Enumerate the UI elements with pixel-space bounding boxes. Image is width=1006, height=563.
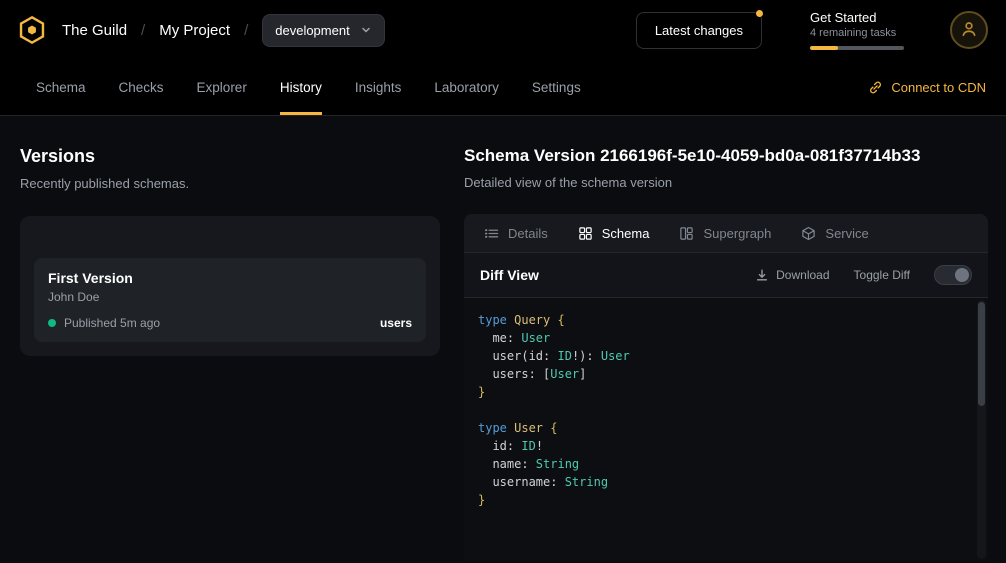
schema-code-viewer: type Query { me: User user(id: ID!): Use… xyxy=(464,297,988,561)
notification-dot xyxy=(756,10,763,17)
top-bar-right: Latest changes Get Started 4 remaining t… xyxy=(636,10,988,50)
detail-tab-label: Service xyxy=(825,226,868,241)
nav-tab-insights[interactable]: Insights xyxy=(355,60,402,115)
latest-changes-label: Latest changes xyxy=(655,23,743,38)
person-icon xyxy=(959,19,979,42)
diff-view-actions: Download Toggle Diff xyxy=(755,265,972,285)
toggle-diff-switch[interactable] xyxy=(934,265,972,285)
project-nav: Schema Checks Explorer History Insights Labor… xyxy=(0,60,1006,116)
code-line: } xyxy=(478,491,964,509)
hive-logo[interactable] xyxy=(16,14,48,46)
version-meta: Published 5m ago users xyxy=(48,316,412,330)
version-detail-panel: Schema Version 2166196f-5e10-4059-bd0a-0… xyxy=(464,116,1006,561)
list-icon xyxy=(484,226,499,241)
chevron-down-icon xyxy=(360,24,372,36)
link-icon xyxy=(868,80,883,95)
get-started-progress-bar xyxy=(810,46,904,50)
download-button[interactable]: Download xyxy=(755,268,829,282)
code-line: name: String xyxy=(478,455,964,473)
get-started-widget[interactable]: Get Started 4 remaining tasks xyxy=(810,10,904,50)
nav-tab-settings[interactable]: Settings xyxy=(532,60,581,115)
versions-title: Versions xyxy=(20,146,440,167)
version-list-item[interactable]: First Version John Doe Published 5m ago use… xyxy=(34,258,426,342)
nav-tab-checks[interactable]: Checks xyxy=(119,60,164,115)
latest-changes-button[interactable]: Latest changes xyxy=(636,12,762,49)
nav-tab-explorer[interactable]: Explorer xyxy=(197,60,247,115)
version-author: John Doe xyxy=(48,290,412,304)
code-line: id: ID! xyxy=(478,437,964,455)
nav-tab-schema[interactable]: Schema xyxy=(36,60,86,115)
code-block: type Query { me: User user(id: ID!): Use… xyxy=(478,311,964,509)
get-started-title: Get Started xyxy=(810,10,904,25)
code-scrollbar[interactable] xyxy=(977,300,986,559)
version-detail-title: Schema Version 2166196f-5e10-4059-bd0a-0… xyxy=(464,146,988,166)
nav-tab-history[interactable]: History xyxy=(280,60,322,115)
breadcrumb: The Guild / My Project / xyxy=(62,22,248,39)
detail-tab-schema[interactable]: Schema xyxy=(578,226,650,241)
connect-to-cdn-button[interactable]: Connect to CDN xyxy=(868,60,986,115)
code-line: type User { xyxy=(478,419,964,437)
versions-subtitle: Recently published schemas. xyxy=(20,176,440,191)
code-scrollbar-thumb[interactable] xyxy=(978,302,985,406)
toggle-diff-label: Toggle Diff xyxy=(854,268,910,282)
breadcrumb-separator: / xyxy=(141,22,145,39)
target-select-value: development xyxy=(275,23,349,38)
detail-tab-label: Schema xyxy=(602,226,650,241)
breadcrumb-project[interactable]: My Project xyxy=(159,22,230,39)
detail-tab-supergraph[interactable]: Supergraph xyxy=(679,226,771,241)
diff-view-title: Diff View xyxy=(480,267,539,283)
nav-tab-laboratory[interactable]: Laboratory xyxy=(434,60,499,115)
detail-tabs: Details Schema Supergraph Service xyxy=(464,214,988,252)
code-line: } xyxy=(478,383,964,401)
supergraph-icon xyxy=(679,226,694,241)
breadcrumb-separator: / xyxy=(244,22,248,39)
download-icon xyxy=(755,268,769,282)
version-name: First Version xyxy=(48,270,412,286)
code-line: user(id: ID!): User xyxy=(478,347,964,365)
detail-tab-label: Details xyxy=(508,226,548,241)
detail-tab-details[interactable]: Details xyxy=(484,226,548,241)
published-status-dot xyxy=(48,319,56,327)
version-detail-subtitle: Detailed view of the schema version xyxy=(464,175,988,190)
breadcrumb-org[interactable]: The Guild xyxy=(62,22,127,39)
version-list: First Version John Doe Published 5m ago use… xyxy=(34,258,426,342)
get-started-progress-fill xyxy=(810,46,838,50)
top-bar: The Guild / My Project / development Lat… xyxy=(0,0,1006,60)
toggle-knob xyxy=(955,268,969,282)
version-service-name: users xyxy=(380,316,412,330)
service-icon xyxy=(801,226,816,241)
code-line: me: User xyxy=(478,329,964,347)
code-line: users: [User] xyxy=(478,365,964,383)
version-status: Published 5m ago xyxy=(64,316,160,330)
main-content: Versions Recently published schemas. Fir… xyxy=(0,116,1006,563)
connect-to-cdn-label: Connect to CDN xyxy=(891,80,986,95)
schema-view-panel: Details Schema Supergraph Service Diff View… xyxy=(464,214,988,561)
download-label: Download xyxy=(776,268,829,282)
nav-tabs: Schema Checks Explorer History Insights Labor… xyxy=(36,60,581,115)
versions-card: First Version John Doe Published 5m ago use… xyxy=(20,216,440,356)
code-line: type Query { xyxy=(478,311,964,329)
diff-view-header: Diff View Download Toggle Diff xyxy=(464,252,988,297)
hexagon-logo-icon xyxy=(17,15,47,45)
detail-tab-label: Supergraph xyxy=(703,226,771,241)
get-started-subtitle: 4 remaining tasks xyxy=(810,27,904,39)
grid-icon xyxy=(578,226,593,241)
user-avatar[interactable] xyxy=(950,11,988,49)
versions-panel: Versions Recently published schemas. Fir… xyxy=(0,116,464,356)
code-line xyxy=(478,401,964,419)
code-line: username: String xyxy=(478,473,964,491)
detail-tab-service[interactable]: Service xyxy=(801,226,868,241)
target-select[interactable]: development xyxy=(262,14,384,47)
